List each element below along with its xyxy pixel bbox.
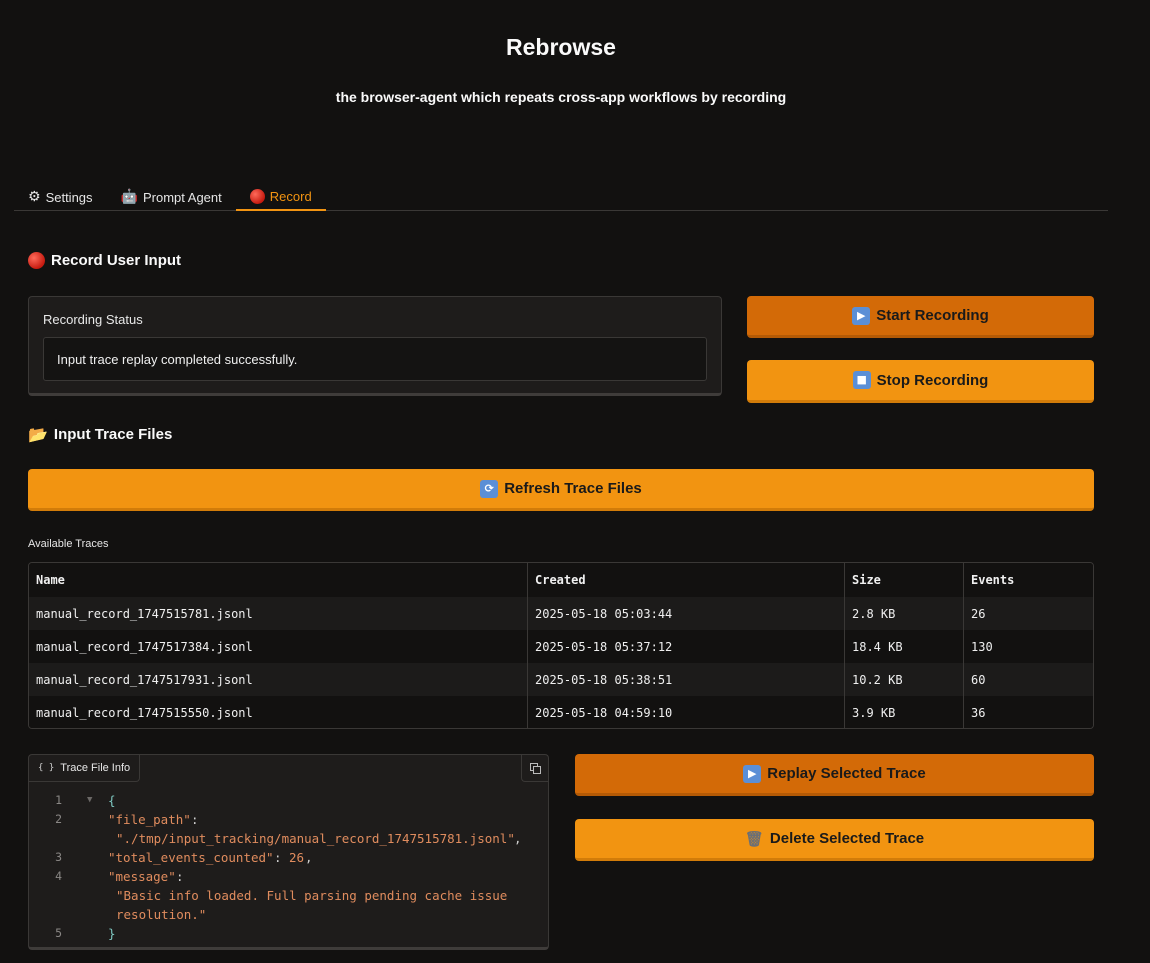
json-colon: : bbox=[274, 850, 282, 865]
trash-icon: 🗑 bbox=[744, 829, 764, 848]
cell-events[interactable]: 60 bbox=[964, 663, 1093, 696]
code-line: "Basic info loaded. Full parsing pending… bbox=[29, 886, 548, 905]
code-line: resolution." bbox=[29, 905, 548, 924]
code-line: 4 "message" : bbox=[29, 867, 548, 886]
table-row[interactable]: manual_record_1747515550.jsonl 2025-05-1… bbox=[29, 696, 1093, 728]
app-subtitle: the browser-agent which repeats cross-ap… bbox=[335, 89, 787, 105]
cell-size[interactable]: 3.9 KB bbox=[845, 696, 964, 728]
json-viewer: 1 ▼ { 2 "file_path" : "./tmp/input_track… bbox=[29, 791, 548, 943]
json-open-brace: { bbox=[108, 793, 116, 808]
cell-name[interactable]: manual_record_1747517384.jsonl bbox=[29, 630, 528, 663]
replay-selected-trace-label: Replay Selected Trace bbox=[767, 765, 926, 782]
cell-events[interactable]: 36 bbox=[964, 696, 1093, 728]
record-section-title: Record User Input bbox=[28, 252, 181, 269]
red-circle-icon bbox=[28, 252, 45, 269]
cell-size[interactable]: 18.4 KB bbox=[845, 630, 964, 663]
recording-status-field[interactable]: Input trace replay completed successfull… bbox=[43, 337, 707, 381]
stop-icon: ■ bbox=[852, 371, 871, 389]
play-icon: ▶ bbox=[743, 764, 762, 783]
gear-icon: ⚙ bbox=[28, 189, 41, 205]
replay-selected-trace-button[interactable]: ▶ Replay Selected Trace bbox=[575, 754, 1094, 796]
cell-created[interactable]: 2025-05-18 04:59:10 bbox=[528, 696, 845, 728]
copy-icon bbox=[529, 762, 541, 774]
json-icon: { } bbox=[38, 763, 55, 773]
delete-selected-trace-button[interactable]: 🗑 Delete Selected Trace bbox=[575, 819, 1094, 861]
json-key: "message" bbox=[108, 869, 176, 884]
start-recording-button[interactable]: ▶ Start Recording bbox=[747, 296, 1094, 338]
tab-label: Settings bbox=[45, 189, 93, 205]
code-line: "./tmp/input_tracking/manual_record_1747… bbox=[29, 829, 548, 848]
cell-created[interactable]: 2025-05-18 05:03:44 bbox=[528, 597, 845, 630]
line-number: 4 bbox=[55, 869, 62, 883]
cell-size[interactable]: 10.2 KB bbox=[845, 663, 964, 696]
stop-recording-label: Stop Recording bbox=[876, 371, 989, 389]
traces-table: Name Created Size Events manual_record_1… bbox=[28, 562, 1094, 729]
column-header-created[interactable]: Created bbox=[528, 563, 845, 597]
tab-record[interactable]: Record bbox=[235, 183, 326, 211]
json-value: resolution." bbox=[116, 907, 207, 922]
code-line: 2 "file_path" : bbox=[29, 810, 548, 829]
json-colon: : bbox=[176, 869, 184, 884]
cell-name[interactable]: manual_record_1747517931.jsonl bbox=[29, 663, 528, 696]
json-key: "total_events_counted" bbox=[108, 850, 274, 865]
available-traces-label: Available Traces bbox=[28, 538, 109, 550]
column-header-name[interactable]: Name bbox=[29, 563, 528, 597]
play-icon: ▶ bbox=[852, 306, 871, 325]
code-line: 3 "total_events_counted" : 26 , bbox=[29, 848, 548, 867]
line-number: 2 bbox=[55, 812, 62, 826]
table-row[interactable]: manual_record_1747517931.jsonl 2025-05-1… bbox=[29, 663, 1093, 696]
tab-bar: ⚙ Settings 🤖 Prompt Agent Record bbox=[14, 183, 1108, 211]
column-header-events[interactable]: Events bbox=[964, 563, 1093, 597]
tab-label: Prompt Agent bbox=[142, 189, 222, 205]
json-colon: : bbox=[191, 812, 199, 827]
cell-name[interactable]: manual_record_1747515781.jsonl bbox=[29, 597, 528, 630]
json-value: "./tmp/input_tracking/manual_record_1747… bbox=[116, 831, 515, 846]
tab-prompt-agent[interactable]: 🤖 Prompt Agent bbox=[107, 183, 236, 211]
refresh-trace-files-button[interactable]: ⟳ Refresh Trace Files bbox=[28, 469, 1094, 511]
cell-events[interactable]: 26 bbox=[964, 597, 1093, 630]
refresh-trace-files-label: Refresh Trace Files bbox=[504, 480, 642, 497]
trace-files-title-text: Input Trace Files bbox=[53, 426, 173, 443]
line-number: 1 bbox=[55, 793, 62, 807]
collapse-icon[interactable]: ▼ bbox=[87, 791, 92, 810]
json-value: 26 bbox=[289, 850, 305, 865]
json-comma: , bbox=[514, 831, 522, 846]
code-line: 5 } bbox=[29, 924, 548, 943]
cell-size[interactable]: 2.8 KB bbox=[845, 597, 964, 630]
red-circle-icon bbox=[249, 188, 265, 204]
trace-files-section-title: 📂 Input Trace Files bbox=[28, 425, 172, 444]
table-row[interactable]: manual_record_1747517384.jsonl 2025-05-1… bbox=[29, 630, 1093, 663]
json-comma: , bbox=[305, 850, 313, 865]
delete-selected-trace-label: Delete Selected Trace bbox=[769, 830, 925, 847]
column-header-size[interactable]: Size bbox=[845, 563, 964, 597]
line-number: 3 bbox=[55, 850, 62, 864]
tab-settings[interactable]: ⚙ Settings bbox=[14, 183, 107, 211]
table-header-row: Name Created Size Events bbox=[29, 563, 1093, 597]
stop-recording-button[interactable]: ■ Stop Recording bbox=[747, 360, 1094, 403]
app-title: Rebrowse bbox=[506, 34, 616, 60]
line-number: 5 bbox=[55, 926, 62, 940]
trace-file-info-label-text: Trace File Info bbox=[60, 762, 131, 774]
json-key: "file_path" bbox=[108, 812, 191, 827]
folder-icon: 📂 bbox=[28, 425, 48, 444]
record-section-title-text: Record User Input bbox=[51, 252, 182, 269]
tab-label: Record bbox=[269, 188, 312, 204]
table-row[interactable]: manual_record_1747515781.jsonl 2025-05-1… bbox=[29, 597, 1093, 630]
cell-name[interactable]: manual_record_1747515550.jsonl bbox=[29, 696, 528, 728]
recording-status-panel: Recording Status Input trace replay comp… bbox=[28, 296, 722, 396]
cell-created[interactable]: 2025-05-18 05:38:51 bbox=[528, 663, 845, 696]
json-close-brace: } bbox=[108, 926, 116, 941]
trace-file-info-label: { } Trace File Info bbox=[29, 755, 141, 782]
start-recording-label: Start Recording bbox=[876, 307, 989, 324]
trace-file-info-panel: { } Trace File Info 1 ▼ { 2 "file_path" … bbox=[28, 754, 549, 950]
refresh-icon: ⟳ bbox=[480, 479, 499, 498]
cell-events[interactable]: 130 bbox=[964, 630, 1093, 663]
json-value: "Basic info loaded. Full parsing pending… bbox=[116, 888, 508, 903]
cell-created[interactable]: 2025-05-18 05:37:12 bbox=[528, 630, 845, 663]
recording-status-label: Recording Status bbox=[43, 312, 143, 327]
copy-button[interactable] bbox=[521, 755, 548, 782]
code-line: 1 ▼ { bbox=[29, 791, 548, 810]
robot-icon: 🤖 bbox=[120, 189, 138, 205]
